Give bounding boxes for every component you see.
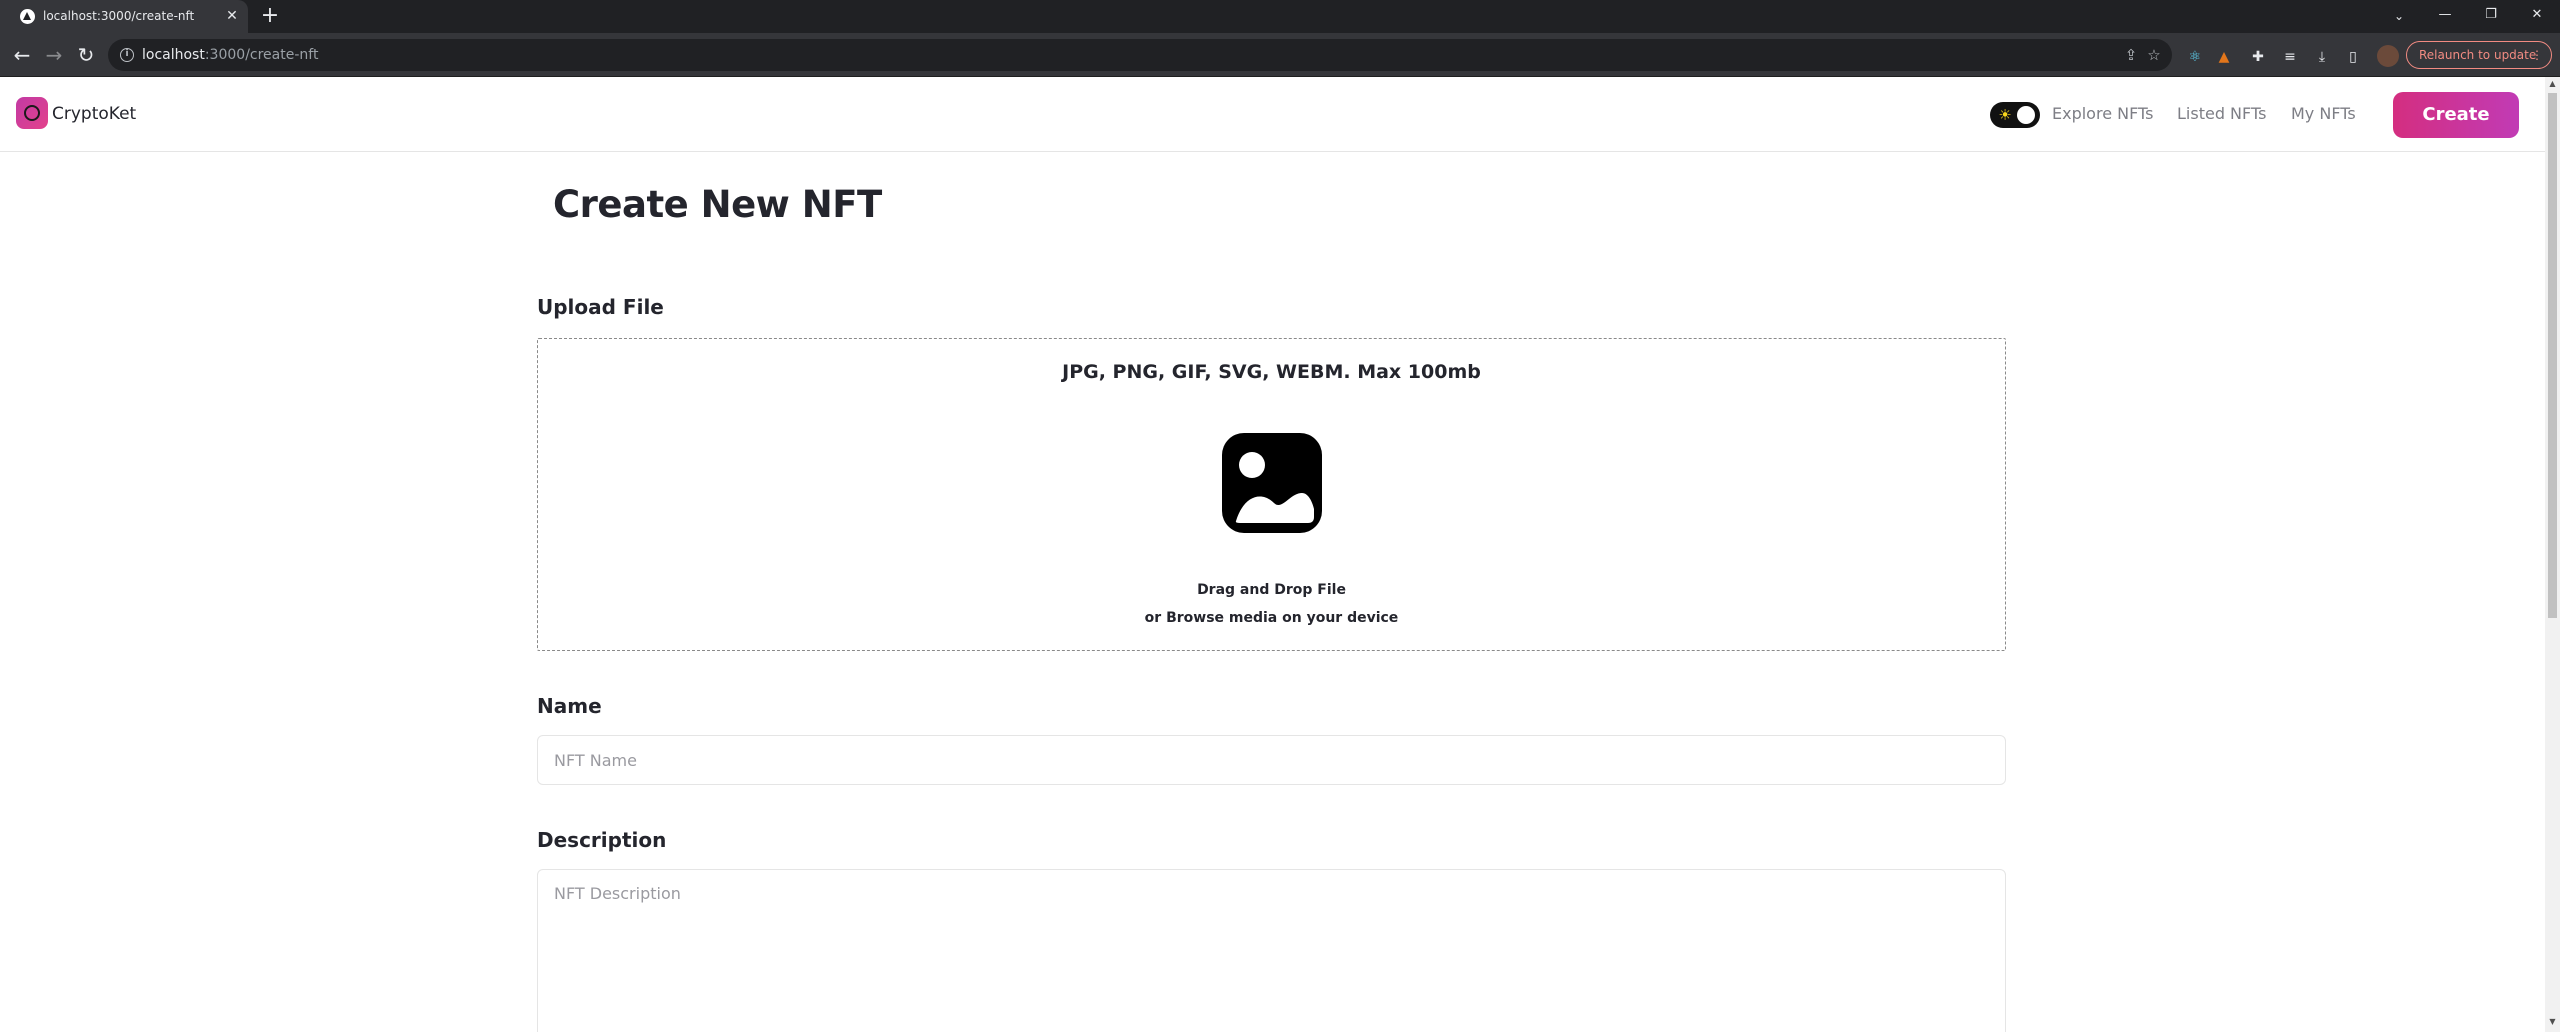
back-arrow-icon[interactable]: ← bbox=[9, 42, 35, 68]
restore-icon[interactable]: ❐ bbox=[2468, 0, 2514, 33]
page-title: Create New NFT bbox=[553, 183, 882, 226]
browse-media-text[interactable]: or Browse media on your device bbox=[538, 610, 2005, 626]
nft-description-input[interactable] bbox=[537, 869, 2006, 1032]
more-menu-icon: ⋮ bbox=[2531, 48, 2543, 62]
nft-name-input[interactable] bbox=[537, 735, 2006, 785]
page-scrollbar[interactable]: ▲ ▼ bbox=[2545, 77, 2560, 1032]
relaunch-button[interactable]: Relaunch to update ⋮ bbox=[2406, 41, 2552, 69]
upload-formats-text: JPG, PNG, GIF, SVG, WEBM. Max 100mb bbox=[1062, 361, 1481, 383]
relaunch-label: Relaunch to update bbox=[2419, 48, 2537, 62]
extensions-puzzle-icon[interactable]: ✚ bbox=[2249, 48, 2267, 66]
side-panel-icon[interactable]: ▯ bbox=[2344, 48, 2362, 66]
browser-tab[interactable]: localhost:3000/create-nft ✕ bbox=[0, 0, 248, 33]
nav-link-my-nfts[interactable]: My NFTs bbox=[2291, 104, 2356, 123]
window-controls: — ❐ ✕ bbox=[2422, 0, 2560, 33]
address-bar[interactable]: i localhost:3000/create-nft ⇪ ☆ bbox=[108, 39, 2172, 71]
minimize-icon[interactable]: — bbox=[2422, 0, 2468, 33]
url-text[interactable]: localhost:3000/create-nft bbox=[142, 47, 318, 63]
new-tab-icon[interactable]: + bbox=[258, 5, 282, 29]
bookmark-star-icon[interactable]: ☆ bbox=[2144, 45, 2164, 65]
toggle-knob bbox=[2017, 106, 2035, 124]
url-host: localhost bbox=[142, 47, 205, 63]
upload-file-label: Upload File bbox=[537, 295, 664, 319]
forward-arrow-icon[interactable]: → bbox=[41, 42, 67, 68]
reading-list-icon[interactable]: ≡ bbox=[2281, 48, 2299, 66]
tab-title: localhost:3000/create-nft bbox=[43, 9, 195, 23]
url-path: :3000/create-nft bbox=[204, 47, 319, 63]
site-info-icon[interactable]: i bbox=[120, 48, 134, 62]
react-devtools-icon[interactable]: ⚛ bbox=[2186, 48, 2204, 66]
download-icon[interactable]: ⤓ bbox=[2313, 48, 2331, 66]
close-tab-icon[interactable]: ✕ bbox=[223, 7, 241, 25]
tab-search-chevron-icon[interactable]: ⌄ bbox=[2387, 4, 2411, 28]
vercel-favicon-icon bbox=[20, 9, 35, 24]
metamask-fox-icon[interactable]: ▲ bbox=[2215, 48, 2233, 66]
profile-avatar[interactable] bbox=[2377, 45, 2399, 67]
share-icon[interactable]: ⇪ bbox=[2121, 45, 2141, 65]
drag-drop-text: Drag and Drop File bbox=[1197, 582, 1346, 598]
scroll-down-icon[interactable]: ▼ bbox=[2548, 1017, 2557, 1027]
theme-toggle[interactable]: ☀ bbox=[1990, 102, 2040, 128]
brand-name[interactable]: CryptoKet bbox=[52, 104, 136, 124]
reload-icon[interactable]: ↻ bbox=[73, 42, 99, 68]
upload-dropzone[interactable]: JPG, PNG, GIF, SVG, WEBM. Max 100mb Drag… bbox=[537, 338, 2006, 651]
site-navbar: CryptoKet ☀ Explore NFTs Listed NFTs My … bbox=[0, 77, 2545, 152]
sun-icon: ☀ bbox=[1998, 106, 2012, 124]
description-label: Description bbox=[537, 828, 667, 852]
browser-tabstrip: localhost:3000/create-nft ✕ + ⌄ — ❐ ✕ bbox=[0, 0, 2560, 33]
nav-link-listed-nfts[interactable]: Listed NFTs bbox=[2177, 104, 2266, 123]
scroll-up-icon[interactable]: ▲ bbox=[2548, 79, 2557, 89]
page: CryptoKet ☀ Explore NFTs Listed NFTs My … bbox=[0, 77, 2545, 1032]
create-button[interactable]: Create bbox=[2393, 92, 2519, 138]
scrollbar-thumb[interactable] bbox=[2548, 93, 2557, 618]
name-label: Name bbox=[537, 694, 602, 718]
browser-toolbar: ← → ↻ i localhost:3000/create-nft ⇪ ☆ ⚛ … bbox=[0, 33, 2560, 77]
cryptoket-logo-icon[interactable] bbox=[16, 97, 48, 129]
image-upload-icon bbox=[1222, 433, 1322, 533]
close-window-icon[interactable]: ✕ bbox=[2514, 0, 2560, 33]
nav-link-explore-nfts[interactable]: Explore NFTs bbox=[2052, 104, 2153, 123]
